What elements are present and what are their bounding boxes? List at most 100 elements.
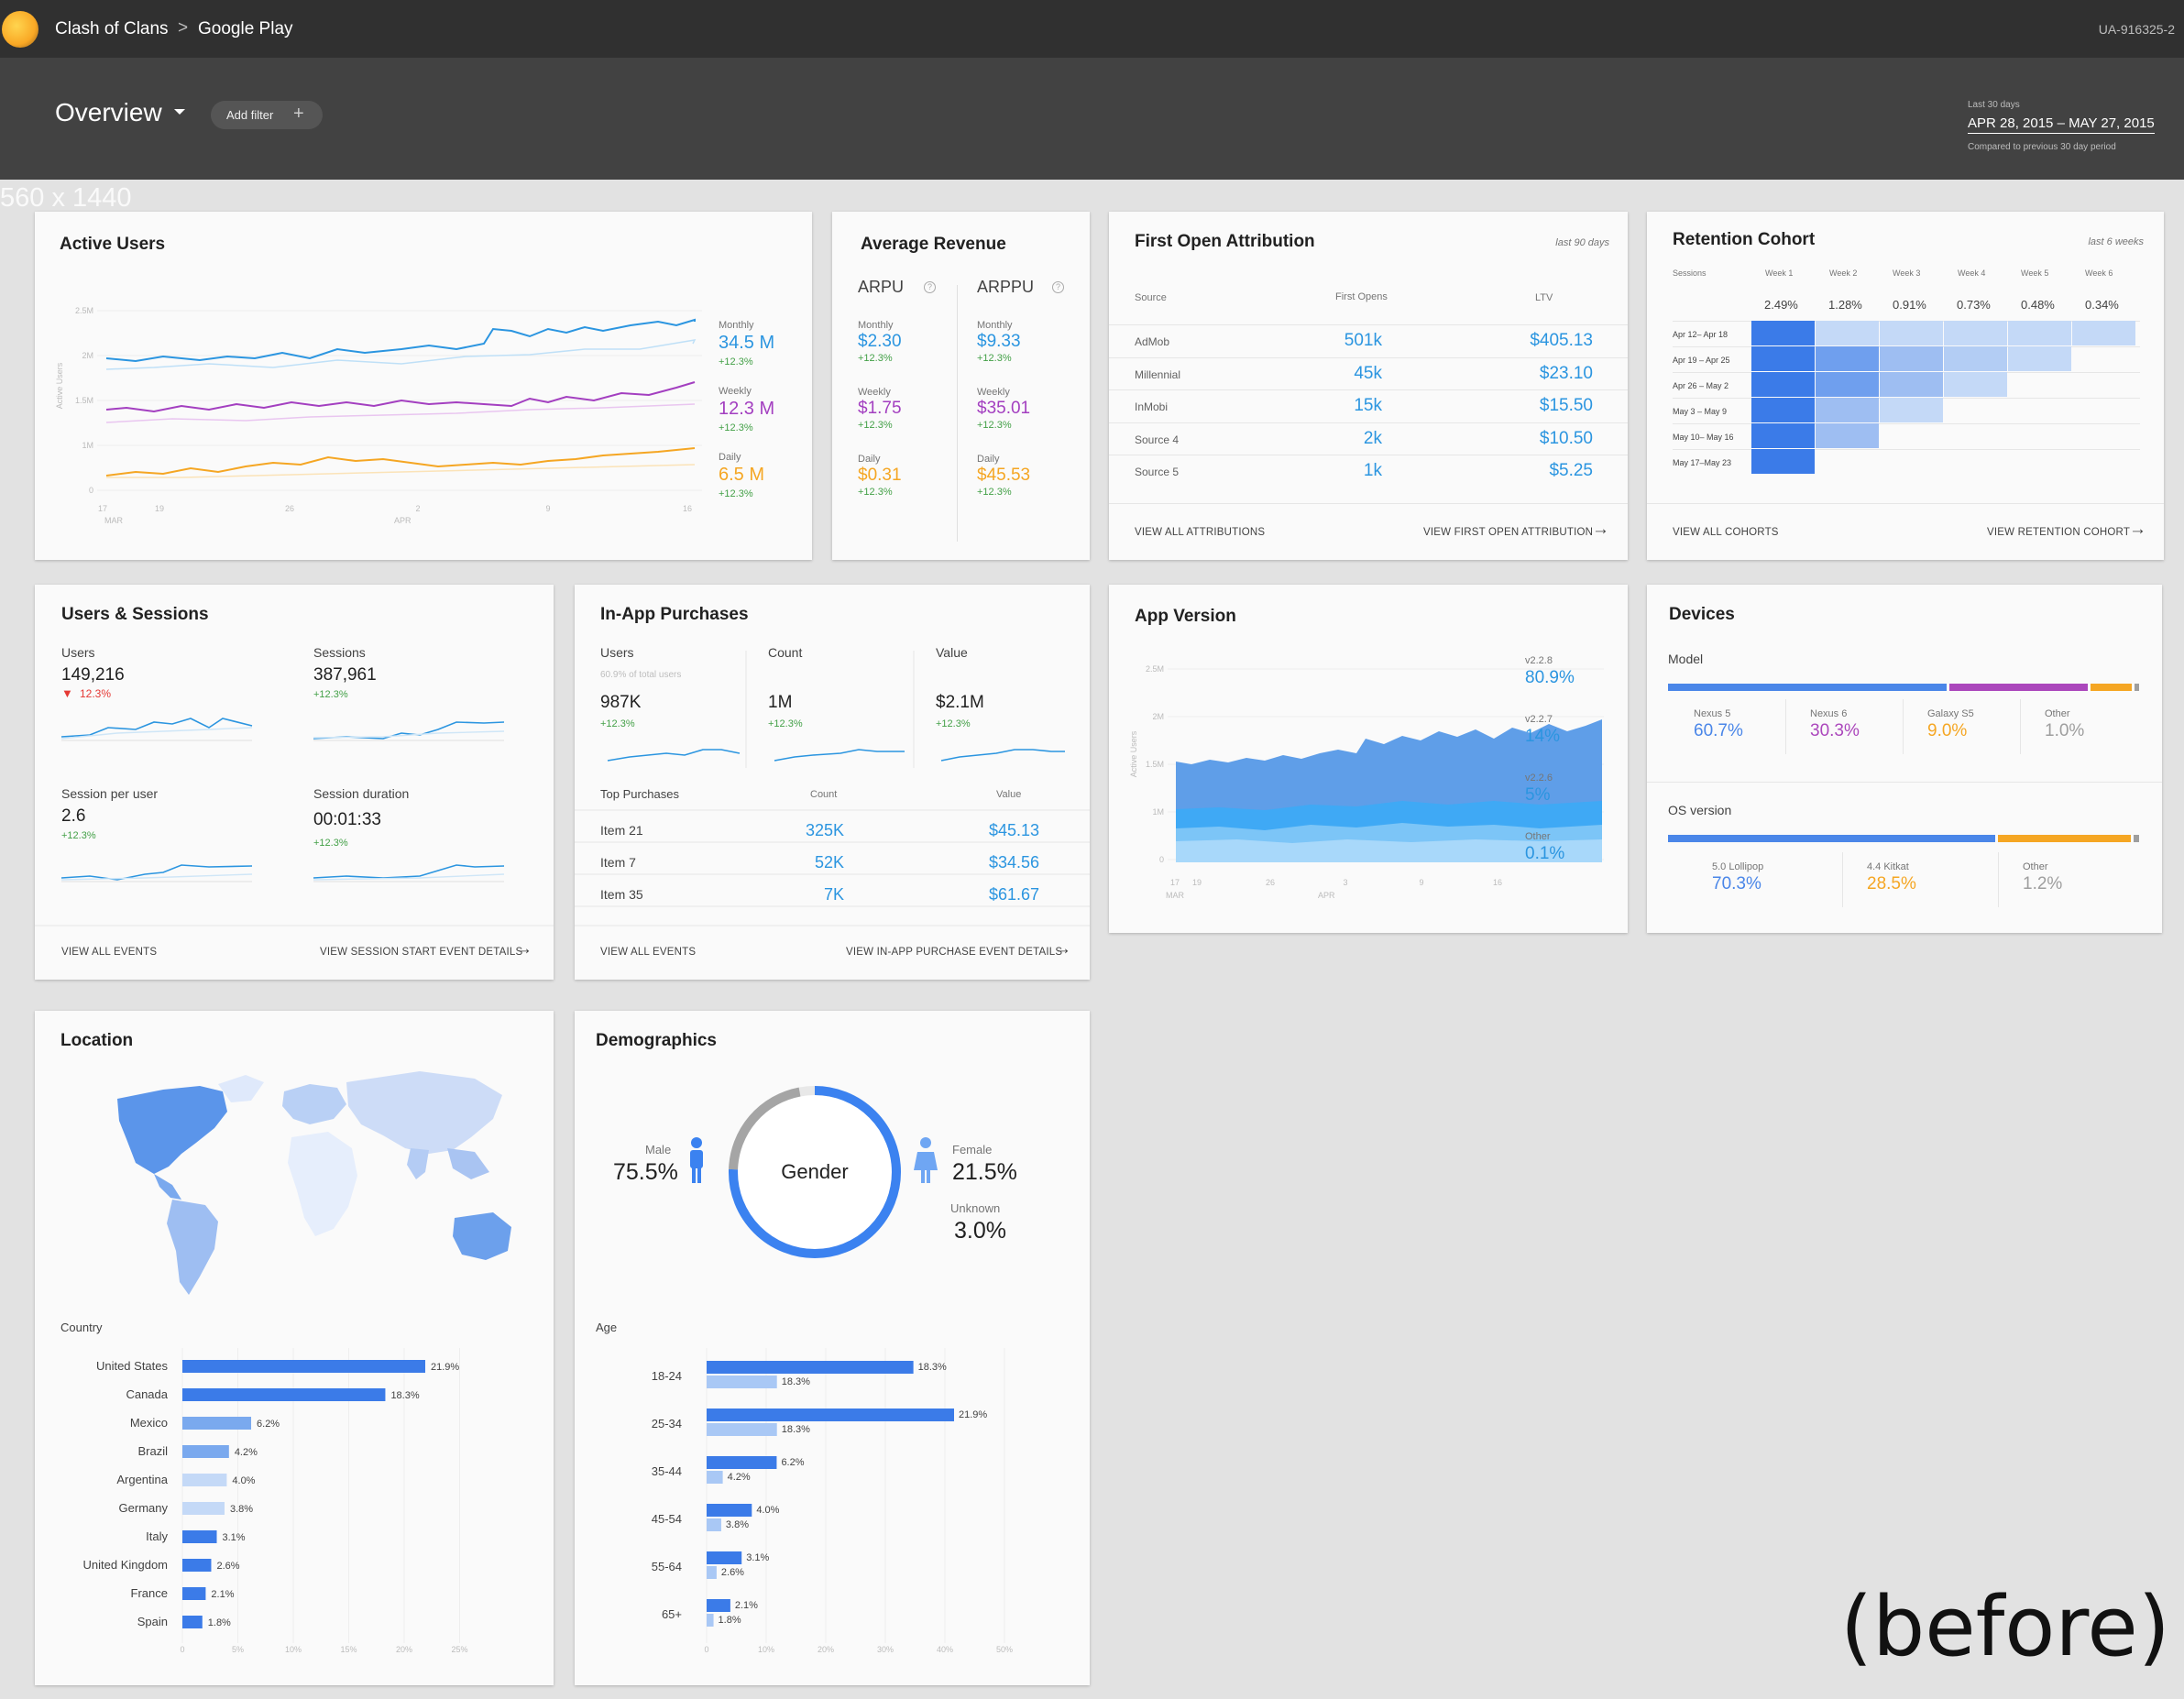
os-share-bar[interactable] <box>1668 835 2139 842</box>
purchase-row[interactable]: Item 7 52K $34.56 <box>575 846 1090 878</box>
age-bar-secondary[interactable] <box>707 1423 777 1436</box>
cohort-cell[interactable] <box>1751 372 1815 397</box>
cohort-cell[interactable] <box>1751 398 1815 422</box>
y-tick-label: 1M <box>82 441 93 450</box>
breadcrumb-app[interactable]: Clash of Clans <box>55 19 169 39</box>
bar-value-label: 3.8% <box>726 1519 749 1530</box>
country-bar[interactable] <box>182 1417 252 1430</box>
age-bar-primary[interactable] <box>707 1599 730 1612</box>
size-annotation: 560 x 1440 <box>0 183 132 213</box>
age-bar-primary[interactable] <box>707 1456 777 1469</box>
attribution-row[interactable]: AdMob 501k $405.13 <box>1109 324 1628 356</box>
cohort-cell[interactable] <box>1751 449 1815 474</box>
arrow-right-icon[interactable]: → <box>1592 520 1609 540</box>
share-stat[interactable]: Other 1.2% <box>1998 852 2108 907</box>
attribution-row[interactable]: Millennial 45k $23.10 <box>1109 356 1628 389</box>
x-tick-label: 19 <box>1192 878 1202 887</box>
cohort-cell[interactable] <box>2008 346 2071 371</box>
bar-value-label: 2.6% <box>721 1567 744 1578</box>
country-bar[interactable] <box>182 1388 386 1401</box>
cohort-cell[interactable] <box>1751 423 1815 448</box>
cohort-average: 0.91% <box>1893 298 1926 312</box>
cohort-cell[interactable] <box>1880 346 1943 371</box>
app-version-chart[interactable]: 2.5M 2M 1.5M 1M 0 17 19 26 3 9 16 MAR APR Active Use… <box>1109 585 1628 933</box>
arrow-right-icon[interactable]: → <box>515 939 532 959</box>
age-bar-secondary[interactable] <box>707 1614 714 1627</box>
view-retention-cohort-link[interactable]: VIEW RETENTION COHORT <box>1987 527 2130 538</box>
cohort-cell[interactable] <box>1944 346 2007 371</box>
cohort-cell[interactable] <box>1880 372 1943 397</box>
view-iap-event-link[interactable]: VIEW IN-APP PURCHASE EVENT DETAILS <box>846 947 1062 958</box>
share-stat[interactable]: 5.0 Lollipop 70.3% <box>1686 852 1796 907</box>
cohort-cell[interactable] <box>2072 321 2135 345</box>
cohort-row-label: Apr 19 – Apr 25 <box>1673 356 1730 365</box>
country-bar[interactable] <box>182 1616 203 1628</box>
model-share-bar[interactable] <box>1668 684 2139 691</box>
cohort-cell[interactable] <box>1944 372 2007 397</box>
share-stat[interactable]: 4.4 Kitkat 28.5% <box>1842 852 1952 907</box>
source-name: Source 4 <box>1135 433 1180 446</box>
help-icon[interactable]: ? <box>1052 281 1064 293</box>
cohort-cell[interactable] <box>1816 398 1879 422</box>
age-bar-secondary[interactable] <box>707 1376 777 1388</box>
age-bar-secondary[interactable] <box>707 1566 717 1579</box>
cohort-cell[interactable] <box>1751 346 1815 371</box>
cohort-cell[interactable] <box>1880 398 1943 422</box>
age-bar-chart[interactable]: 0 10% 20% 30% 40% 50% 18-24 18.3% 18.3% 25-34 21.9… <box>575 1011 1090 1654</box>
country-bar[interactable] <box>182 1530 217 1543</box>
x-tick-label: 10% <box>758 1645 774 1654</box>
arrow-right-icon[interactable]: → <box>2129 520 2146 540</box>
page-title[interactable]: Overview <box>55 98 162 127</box>
add-filter-button[interactable]: Add filter + <box>211 101 323 129</box>
share-stat[interactable]: Nexus 6 30.3% <box>1785 699 1895 754</box>
age-bar-primary[interactable] <box>707 1551 742 1564</box>
active-users-chart[interactable]: Active Users 2.5M2M1.5M1M017 19 26 2 9 16MAR A… <box>35 212 812 560</box>
share-stat[interactable]: Other 1.0% <box>2020 699 2130 754</box>
cohort-cell[interactable] <box>1816 372 1879 397</box>
country-bar[interactable] <box>182 1445 229 1458</box>
share-stat[interactable]: Nexus 5 60.7% <box>1668 699 1778 754</box>
age-bar-primary[interactable] <box>707 1361 914 1374</box>
date-range-picker[interactable]: APR 28, 2015 – MAY 27, 2015 <box>1968 115 2155 134</box>
country-bar[interactable] <box>182 1587 206 1600</box>
age-bar-secondary[interactable] <box>707 1518 721 1531</box>
cohort-cell[interactable] <box>1751 321 1815 345</box>
x-tick-label: 20% <box>396 1645 412 1654</box>
x-month-label: MAR <box>104 516 124 525</box>
cohort-cell[interactable] <box>1880 321 1943 345</box>
view-all-attributions-link[interactable]: VIEW ALL ATTRIBUTIONS <box>1135 527 1265 538</box>
age-bar-secondary[interactable] <box>707 1471 723 1484</box>
view-first-open-attribution-link[interactable]: VIEW FIRST OPEN ATTRIBUTION <box>1423 527 1593 538</box>
age-label: 25-34 <box>652 1417 682 1430</box>
cohort-cell[interactable] <box>1816 346 1879 371</box>
age-bar-primary[interactable] <box>707 1409 954 1421</box>
attribution-row[interactable]: Source 4 2k $10.50 <box>1109 422 1628 455</box>
bar-value-label: 21.9% <box>959 1409 987 1420</box>
country-bar[interactable] <box>182 1360 425 1373</box>
arrow-right-icon[interactable]: → <box>1054 939 1071 959</box>
country-bar[interactable] <box>182 1474 227 1486</box>
purchase-row[interactable]: Item 21 325K $45.13 <box>575 814 1090 846</box>
attribution-row[interactable]: Source 5 1k $5.25 <box>1109 455 1628 487</box>
help-icon[interactable]: ? <box>924 281 936 293</box>
cohort-cell[interactable] <box>1816 423 1879 448</box>
country-bar-chart[interactable]: 0 5% 10% 15% 20% 25% United States 21.9% Canada 1… <box>35 1011 554 1654</box>
view-session-start-link[interactable]: VIEW SESSION START EVENT DETAILS <box>320 947 522 958</box>
age-bar-primary[interactable] <box>707 1504 752 1517</box>
country-bar[interactable] <box>182 1559 212 1572</box>
share-stat[interactable]: Galaxy S5 9.0% <box>1903 699 2013 754</box>
share-segment <box>1668 684 1947 691</box>
purchase-row[interactable]: Item 35 7K $61.67 <box>575 878 1090 910</box>
cohort-cell[interactable] <box>2008 321 2071 345</box>
view-all-cohorts-link[interactable]: VIEW ALL COHORTS <box>1673 527 1779 538</box>
cohort-cell[interactable] <box>1944 321 2007 345</box>
app-logo[interactable] <box>2 11 38 48</box>
chevron-down-icon[interactable] <box>174 109 185 115</box>
attribution-row[interactable]: InMobi 15k $15.50 <box>1109 389 1628 422</box>
ltv-value: $15.50 <box>1539 396 1593 415</box>
view-all-events-link[interactable]: VIEW ALL EVENTS <box>600 947 696 958</box>
country-bar[interactable] <box>182 1502 225 1515</box>
view-all-events-link[interactable]: VIEW ALL EVENTS <box>61 947 157 958</box>
breadcrumb-store[interactable]: Google Play <box>198 19 293 39</box>
cohort-cell[interactable] <box>1816 321 1879 345</box>
